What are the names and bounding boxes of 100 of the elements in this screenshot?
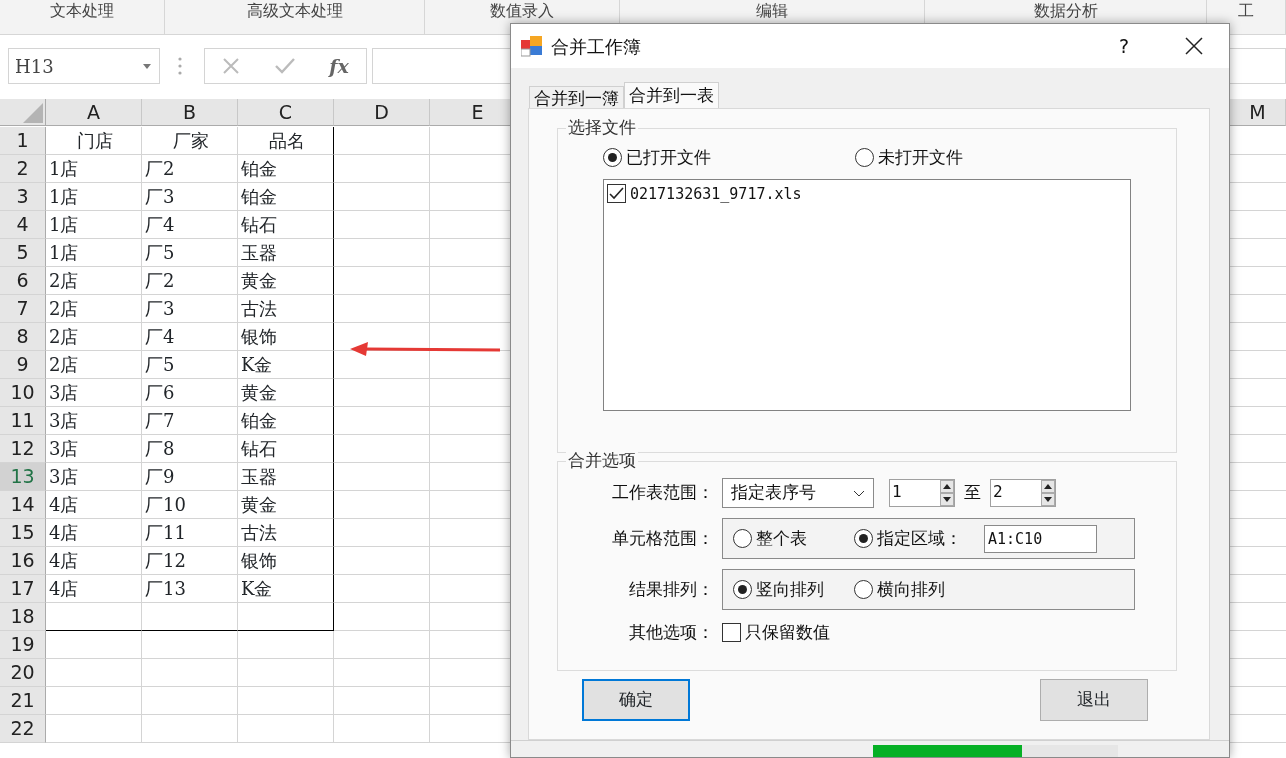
column-header[interactable]: C bbox=[238, 99, 334, 126]
row-header[interactable]: 22 bbox=[0, 715, 46, 743]
table-cell: 古法 bbox=[238, 519, 334, 547]
row-header[interactable]: 10 bbox=[0, 379, 46, 407]
table-cell: 厂5 bbox=[142, 351, 238, 379]
ribbon-tab[interactable]: 文本处理 bbox=[0, 0, 165, 34]
table-cell: 厂2 bbox=[142, 267, 238, 295]
table-cell: 玉器 bbox=[238, 239, 334, 267]
spin-arrows-icon[interactable] bbox=[940, 480, 954, 506]
table-cell: 厂4 bbox=[142, 323, 238, 351]
field-label: 至 bbox=[964, 481, 981, 505]
radio-button[interactable]: 横向排列 bbox=[854, 576, 984, 603]
app-icon bbox=[521, 35, 543, 57]
table-cell: 4店 bbox=[46, 575, 142, 603]
close-icon[interactable] bbox=[1185, 37, 1203, 55]
table-cell: 厂家 bbox=[142, 127, 238, 155]
field-label: 结果排列： bbox=[628, 577, 715, 601]
radio-button[interactable]: 未打开文件 bbox=[855, 145, 1107, 171]
table-cell: 4店 bbox=[46, 519, 142, 547]
table-cell: 黄金 bbox=[238, 379, 334, 407]
column-header[interactable]: A bbox=[46, 99, 142, 126]
spin-box[interactable]: 1 bbox=[889, 479, 955, 507]
row-header[interactable]: 15 bbox=[0, 519, 46, 547]
dropdown-arrow-icon[interactable] bbox=[143, 63, 151, 69]
dialog-button[interactable]: 退出 bbox=[1040, 679, 1148, 721]
table-cell: 3店 bbox=[46, 379, 142, 407]
text-field[interactable]: A1:C10 bbox=[984, 524, 1097, 553]
radio-button[interactable]: 指定区域： bbox=[854, 525, 984, 552]
table-cell: 钻石 bbox=[238, 435, 334, 463]
column-header[interactable]: M bbox=[1230, 99, 1286, 126]
row-header[interactable]: 5 bbox=[0, 239, 46, 267]
table-cell: 厂2 bbox=[142, 155, 238, 183]
table-cell: 厂9 bbox=[142, 463, 238, 491]
table-cell: 黄金 bbox=[238, 491, 334, 519]
table-cell: 1店 bbox=[46, 155, 142, 183]
table-cell: 品名 bbox=[238, 127, 334, 155]
table-cell: 厂5 bbox=[142, 239, 238, 267]
table-cell: 厂4 bbox=[142, 211, 238, 239]
row-header[interactable]: 16 bbox=[0, 547, 46, 575]
table-cell: 铂金 bbox=[238, 183, 334, 211]
table-cell: 厂3 bbox=[142, 183, 238, 211]
row-header[interactable]: 13 bbox=[0, 463, 46, 491]
row-header[interactable]: 2 bbox=[0, 155, 46, 183]
table-cell: 4店 bbox=[46, 547, 142, 575]
table-cell: 厂3 bbox=[142, 295, 238, 323]
check-icon[interactable] bbox=[274, 58, 295, 74]
table-cell: 厂12 bbox=[142, 547, 238, 575]
table-cell: 黄金 bbox=[238, 267, 334, 295]
radio-button[interactable]: 已打开文件 bbox=[603, 145, 855, 171]
row-header[interactable]: 7 bbox=[0, 295, 46, 323]
file-list[interactable]: 0217132631_9717.xls bbox=[603, 178, 1131, 411]
group-title: 合并选项 bbox=[566, 449, 638, 471]
row-header[interactable]: 3 bbox=[0, 183, 46, 211]
tab[interactable]: 合并到一簿 bbox=[529, 86, 624, 108]
table-cell: 1店 bbox=[46, 183, 142, 211]
tab[interactable]: 合并到一表 bbox=[624, 82, 719, 108]
row-header[interactable]: 4 bbox=[0, 211, 46, 239]
row-header[interactable]: 12 bbox=[0, 435, 46, 463]
field-label: 其他选项： bbox=[628, 621, 715, 644]
row-header[interactable]: 1 bbox=[0, 127, 46, 155]
column-header[interactable]: D bbox=[334, 99, 430, 126]
row-header[interactable]: 17 bbox=[0, 575, 46, 603]
checkbox[interactable]: 只保留数值 bbox=[722, 620, 830, 646]
table-cell: 2店 bbox=[46, 323, 142, 351]
table-cell: 银饰 bbox=[238, 547, 334, 575]
table-cell: 3店 bbox=[46, 407, 142, 435]
dropdown[interactable]: 指定表序号 bbox=[722, 478, 874, 508]
row-header[interactable]: 14 bbox=[0, 491, 46, 519]
spin-arrows-icon[interactable] bbox=[1041, 480, 1055, 506]
field-label: 单元格范围： bbox=[611, 526, 715, 550]
row-header[interactable]: 8 bbox=[0, 323, 46, 351]
table-cell: 铂金 bbox=[238, 407, 334, 435]
list-item[interactable]: 0217132631_9717.xls bbox=[607, 182, 1127, 205]
checkmark-icon bbox=[609, 187, 624, 201]
table-cell: 厂6 bbox=[142, 379, 238, 407]
spin-box[interactable]: 2 bbox=[990, 479, 1056, 507]
radio-button[interactable]: 整个表 bbox=[733, 525, 854, 552]
row-header[interactable]: 11 bbox=[0, 407, 46, 435]
table-cell: 厂8 bbox=[142, 435, 238, 463]
table-cell: 玉器 bbox=[238, 463, 334, 491]
table-cell: 1店 bbox=[46, 239, 142, 267]
table-cell: 门店 bbox=[46, 127, 142, 155]
table-cell: 厂10 bbox=[142, 491, 238, 519]
row-header[interactable]: 9 bbox=[0, 351, 46, 379]
table-cell: 厂11 bbox=[142, 519, 238, 547]
row-header[interactable]: 18 bbox=[0, 603, 46, 631]
radio-button[interactable]: 竖向排列 bbox=[733, 576, 854, 603]
insert-function-button[interactable]: fx bbox=[329, 51, 349, 81]
row-header[interactable]: 20 bbox=[0, 659, 46, 687]
table-cell: K金 bbox=[238, 351, 334, 379]
table-cell: 1店 bbox=[46, 211, 142, 239]
row-header[interactable]: 19 bbox=[0, 631, 46, 659]
name-box[interactable]: H13 bbox=[8, 48, 160, 84]
field-label: 工作表范围： bbox=[611, 481, 715, 505]
ribbon-tab[interactable]: 高级文本处理 bbox=[165, 0, 425, 34]
row-header[interactable]: 21 bbox=[0, 687, 46, 715]
help-button[interactable]: ? bbox=[1118, 31, 1129, 61]
dialog-button[interactable]: 确定 bbox=[582, 679, 690, 721]
column-header[interactable]: B bbox=[142, 99, 238, 126]
row-header[interactable]: 6 bbox=[0, 267, 46, 295]
